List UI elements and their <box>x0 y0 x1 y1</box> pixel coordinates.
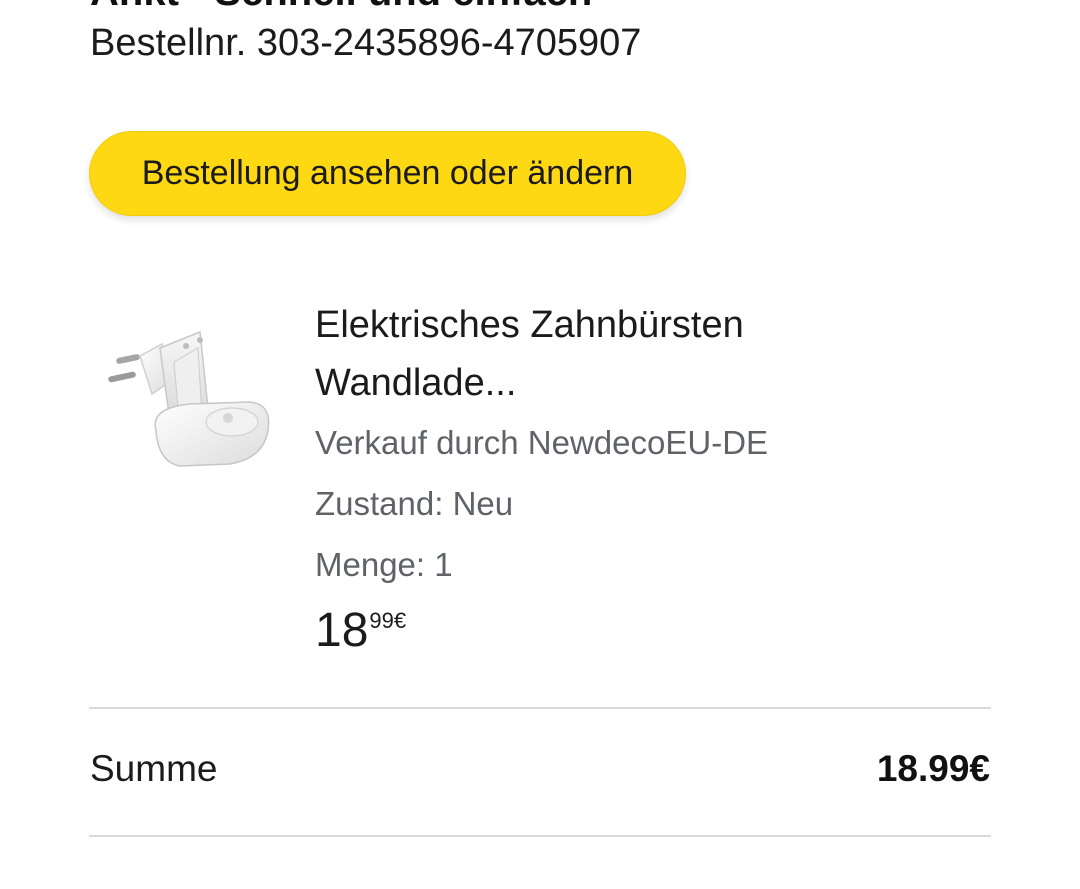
product-info: Elektrisches Zahnbürsten Wandlade... Ver… <box>315 296 995 659</box>
condition-info: Zustand: Neu <box>315 485 514 522</box>
view-or-change-order-label: Bestellung ansehen oder ändern <box>141 154 634 192</box>
order-heading-partial: Ankt - Schnell und einfach <box>90 0 592 15</box>
total-label: Summe <box>90 748 218 789</box>
seller-info: Verkauf durch NewdecoEU-DE <box>315 424 769 461</box>
order-number: Bestellnr. 303-2435896-4705907 <box>90 22 642 64</box>
product-title-line2: Wandlade... <box>315 362 517 404</box>
order-confirmation-page: Ankt - Schnell und einfach Bestellnr. 30… <box>0 0 1080 889</box>
price-whole: 18 <box>315 604 369 657</box>
total-value: 18.99€ <box>876 748 990 789</box>
divider-top <box>89 707 991 709</box>
toothbrush-charger-icon <box>108 330 270 467</box>
divider-bottom <box>89 835 991 837</box>
product-title-line1: Elektrisches Zahnbürsten <box>315 304 744 346</box>
item-price: 18 99€ <box>315 603 995 659</box>
quantity-info: Menge: 1 <box>315 546 453 583</box>
product-image[interactable] <box>100 318 280 486</box>
product-title-link[interactable]: Elektrisches Zahnbürsten Wandlade... <box>315 296 995 412</box>
view-or-change-order-button[interactable]: Bestellung ansehen oder ändern <box>89 131 686 216</box>
price-fraction: 99€ <box>369 608 407 633</box>
